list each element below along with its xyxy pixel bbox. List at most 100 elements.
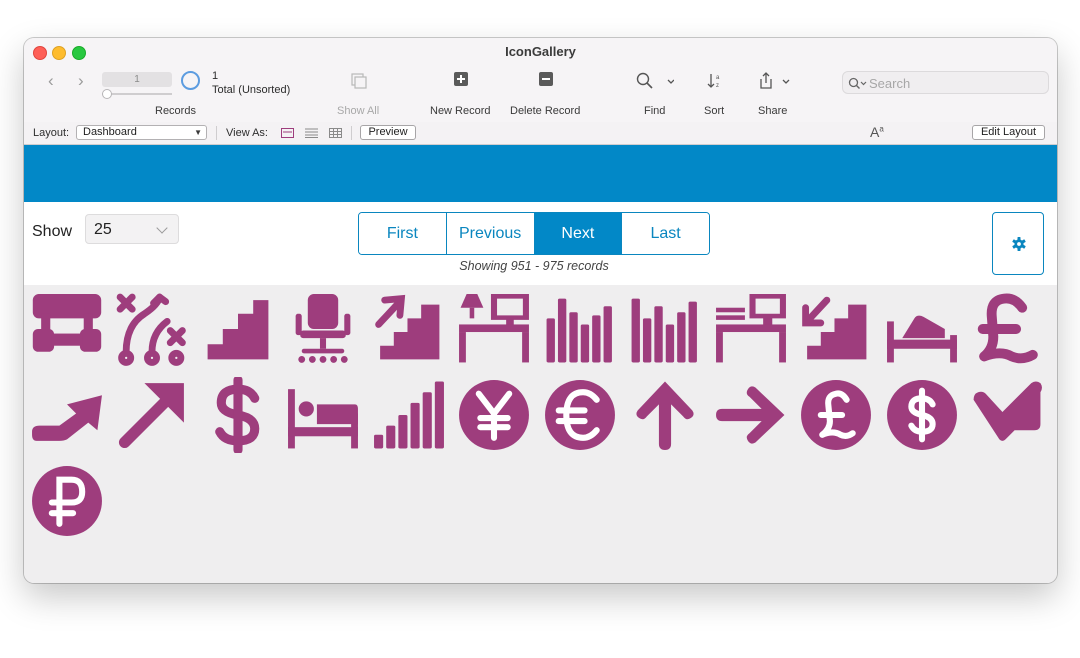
record-count: 1	[212, 70, 219, 82]
layout-value: Dashboard	[83, 126, 137, 138]
gallery-item[interactable]	[371, 377, 447, 453]
show-all-icon[interactable]	[350, 72, 368, 90]
share-button[interactable]: Share	[758, 105, 787, 117]
record-slider-track[interactable]	[102, 93, 172, 95]
previous-button[interactable]: Previous	[446, 213, 535, 254]
icon-gallery	[24, 285, 1057, 583]
header-banner	[24, 145, 1057, 202]
chevron-down-icon: ▼	[194, 128, 202, 137]
window-title: IconGallery	[505, 44, 576, 59]
dollar-circle-icon	[887, 380, 957, 450]
gallery-item[interactable]	[969, 377, 1045, 453]
record-slider-handle[interactable]	[102, 89, 112, 99]
record-pie-icon	[181, 71, 200, 90]
layout-label: Layout:	[33, 127, 70, 139]
pound-circle-icon	[801, 380, 871, 450]
share-icon[interactable]	[758, 72, 794, 90]
gallery-item[interactable]	[114, 291, 190, 367]
next-button[interactable]: Next	[534, 213, 623, 254]
delete-record-icon[interactable]	[539, 72, 553, 86]
desk-lamp-icon	[459, 294, 529, 363]
edit-layout-button[interactable]: Edit Layout	[972, 125, 1045, 140]
arrow-up-right-icon	[118, 383, 184, 449]
show-label: Show	[32, 223, 73, 240]
app-window: IconGallery ‹ › 1 1 Total (Unsorted) Rec…	[24, 38, 1057, 583]
paging-controls: Show 25 First Previous Next Last Showing…	[24, 202, 1057, 285]
gallery-item[interactable]	[627, 291, 703, 367]
record-number-field[interactable]: 1	[102, 72, 172, 87]
gallery-item[interactable]	[456, 291, 532, 367]
bar-chart-icon	[546, 298, 612, 363]
gallery-item[interactable]	[542, 291, 618, 367]
show-all-button[interactable]: Show All	[337, 105, 379, 117]
gallery-item[interactable]	[798, 291, 874, 367]
gallery-item[interactable]	[884, 377, 960, 453]
pager: First Previous Next Last	[358, 212, 710, 255]
delete-record-button[interactable]: Delete Record	[510, 105, 580, 117]
preview-button[interactable]: Preview	[360, 125, 416, 140]
list-view-icon[interactable]	[305, 128, 318, 138]
tactics-icon	[116, 293, 186, 366]
form-view-icon[interactable]	[281, 128, 294, 138]
gallery-item[interactable]	[627, 377, 703, 453]
settings-button[interactable]	[992, 212, 1044, 275]
search-input[interactable]: Search	[842, 71, 1049, 94]
svg-text:z: z	[716, 83, 719, 89]
arrow-up-icon	[636, 381, 694, 450]
gallery-item[interactable]	[200, 291, 276, 367]
search-placeholder: Search	[869, 76, 911, 91]
svg-text:a: a	[716, 75, 720, 81]
gallery-item[interactable]	[371, 291, 447, 367]
gallery-item[interactable]	[29, 377, 105, 453]
gallery-item[interactable]	[29, 291, 105, 367]
gallery-item[interactable]	[884, 291, 960, 367]
record-total: Total (Unsorted)	[212, 84, 291, 96]
last-button[interactable]: Last	[622, 213, 709, 254]
gallery-item[interactable]	[798, 377, 874, 453]
table-view-icon[interactable]	[329, 128, 342, 138]
first-button[interactable]: First	[359, 213, 447, 254]
sort-icon[interactable]: a z	[707, 72, 723, 90]
arrow-right-icon	[716, 386, 785, 444]
pound-sign-icon	[977, 293, 1038, 364]
yen-circle-icon	[459, 380, 529, 450]
gallery-item[interactable]	[542, 377, 618, 453]
find-button[interactable]: Find	[644, 105, 665, 117]
showing-records-text: Showing 951 - 975 records	[459, 259, 609, 273]
layout-select[interactable]: Dashboard ▼	[76, 125, 207, 140]
euro-circle-icon	[545, 380, 615, 450]
divider	[351, 126, 352, 140]
new-record-icon[interactable]	[454, 72, 468, 86]
stairs-icon	[207, 300, 269, 360]
font-size-icon[interactable]: Aa	[870, 124, 884, 140]
gear-icon	[1012, 237, 1026, 251]
find-icon[interactable]	[636, 72, 674, 90]
page-size-select[interactable]: 25	[85, 214, 179, 244]
next-record-icon[interactable]: ›	[78, 72, 84, 90]
sort-button[interactable]: Sort	[704, 105, 724, 117]
new-record-button[interactable]: New Record	[430, 105, 491, 117]
bed-icon	[288, 389, 358, 449]
gallery-item[interactable]	[456, 377, 532, 453]
office-chair-icon	[295, 294, 351, 363]
sitemap-icon	[32, 294, 102, 352]
search-icon	[848, 77, 867, 89]
page-size-value: 25	[94, 221, 112, 238]
gallery-item[interactable]	[29, 463, 105, 539]
gallery-item[interactable]	[713, 291, 789, 367]
signal-bars-icon	[374, 381, 444, 449]
stairs-down-icon	[802, 296, 867, 360]
view-as-label: View As:	[226, 127, 268, 139]
gallery-item[interactable]	[114, 377, 190, 453]
records-label: Records	[155, 105, 196, 117]
desk-computer-icon	[716, 294, 786, 363]
stairs-up-icon	[375, 294, 440, 360]
gallery-item[interactable]	[200, 377, 276, 453]
previous-record-icon[interactable]: ‹	[48, 72, 54, 90]
gallery-item[interactable]	[969, 291, 1045, 367]
gallery-item[interactable]	[285, 377, 361, 453]
gallery-item[interactable]	[285, 291, 361, 367]
title-toolbar: IconGallery ‹ › 1 1 Total (Unsorted) Rec…	[24, 38, 1057, 123]
dollar-sign-icon	[215, 377, 260, 453]
gallery-item[interactable]	[713, 377, 789, 453]
